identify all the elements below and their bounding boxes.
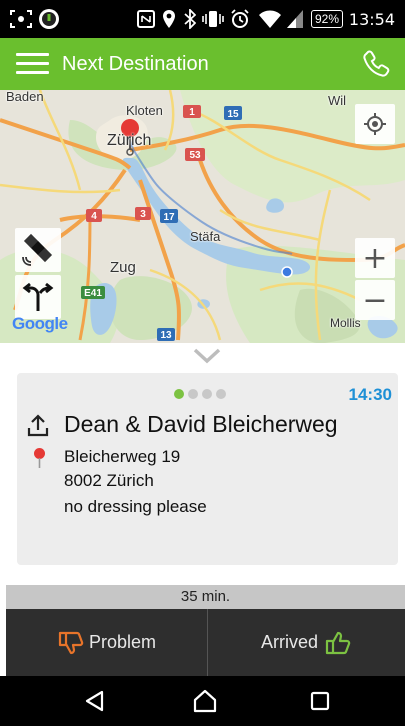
app-bar: Next Destination [0, 38, 405, 90]
status-bar: 92% 13:54 [0, 0, 405, 38]
map-shield-13: 13 [160, 330, 172, 341]
back-button[interactable] [65, 676, 125, 726]
zoom-in-button[interactable]: + [355, 238, 395, 278]
map-label-zug: Zug [110, 259, 136, 276]
page-dot[interactable] [174, 389, 184, 399]
map-shield-3: 3 [140, 209, 146, 220]
eta-time: 14:30 [348, 385, 392, 404]
map-label-kloten: Kloten [126, 103, 163, 118]
alarm-icon [231, 9, 249, 28]
page-dot[interactable] [188, 389, 198, 399]
wifi-icon [259, 10, 281, 28]
page-dot[interactable] [216, 389, 226, 399]
satellite-icon [22, 233, 53, 266]
battery-level: 92% [310, 10, 343, 28]
bluetooth-icon [184, 9, 196, 29]
destination-card[interactable]: 14:30 Dean & David Bleicherweg Bleicherw… [17, 373, 398, 565]
chevron-down-icon[interactable] [193, 347, 221, 365]
app-icon [39, 9, 59, 29]
page-dot[interactable] [202, 389, 212, 399]
battery-indicator: 92% [310, 0, 343, 38]
map-pin-icon [34, 448, 45, 468]
location-icon [163, 10, 175, 28]
page-indicator[interactable] [174, 389, 226, 399]
map-label-stafa: Stäfa [190, 229, 221, 244]
signal-icon [287, 10, 303, 28]
turn-arrows-icon [22, 282, 54, 311]
google-logo-text: Google [12, 314, 68, 333]
address-street: Bleicherweg 19 [64, 447, 181, 466]
crosshair-icon [364, 113, 386, 135]
system-nav-bar [0, 676, 405, 726]
home-icon [193, 689, 217, 713]
satellite-view-button[interactable] [15, 228, 61, 272]
directions-button[interactable] [15, 275, 61, 319]
recents-button[interactable] [290, 676, 350, 726]
map-label-zurich: Zürich [107, 132, 152, 149]
current-location-marker [281, 266, 293, 278]
vibrate-icon [202, 11, 224, 27]
problem-label: Problem [88, 632, 157, 652]
map-shield-e41: E41 [84, 288, 102, 299]
map-shield-4: 4 [91, 211, 97, 222]
thumbs-down-icon [58, 631, 84, 654]
nfc-icon [137, 10, 155, 28]
phone-icon[interactable] [361, 48, 393, 80]
problem-button[interactable]: Problem [6, 609, 207, 676]
thumbs-up-icon [325, 631, 351, 654]
map-shield-1: 1 [189, 107, 195, 118]
map-shield-53: 53 [189, 150, 201, 161]
destination-name: Dean & David Bleicherweg [64, 411, 338, 437]
arrived-label: Arrived [260, 632, 318, 652]
map-label-baden: Baden [6, 90, 44, 104]
address-city: 8002 Zürich [64, 471, 154, 490]
page-title: Next Destination [62, 53, 209, 75]
map-shield-17: 17 [163, 212, 175, 223]
map-shield-15: 15 [227, 109, 239, 120]
back-triangle-icon [85, 690, 104, 712]
clock: 13:54 [348, 9, 395, 29]
map-view[interactable]: 1 15 53 4 3 17 E41 13 Baden Kloten Züric… [0, 90, 405, 343]
duration-text: 35 min. [180, 588, 231, 605]
duration-bar: 35 min. [6, 585, 405, 609]
action-bar: Problem Arrived [6, 609, 405, 676]
screenshot-icon [10, 10, 32, 28]
arrived-button[interactable]: Arrived [208, 609, 405, 676]
upload-icon [27, 414, 49, 437]
home-button[interactable] [175, 676, 235, 726]
zoom-out-button[interactable]: − [355, 280, 395, 320]
map-label-wil: Wil [328, 93, 347, 108]
order-note: no dressing please [64, 497, 207, 516]
recents-square-icon [310, 691, 330, 711]
my-location-button[interactable] [355, 104, 395, 144]
menu-icon[interactable] [16, 51, 49, 77]
google-attribution: Google [12, 314, 68, 334]
